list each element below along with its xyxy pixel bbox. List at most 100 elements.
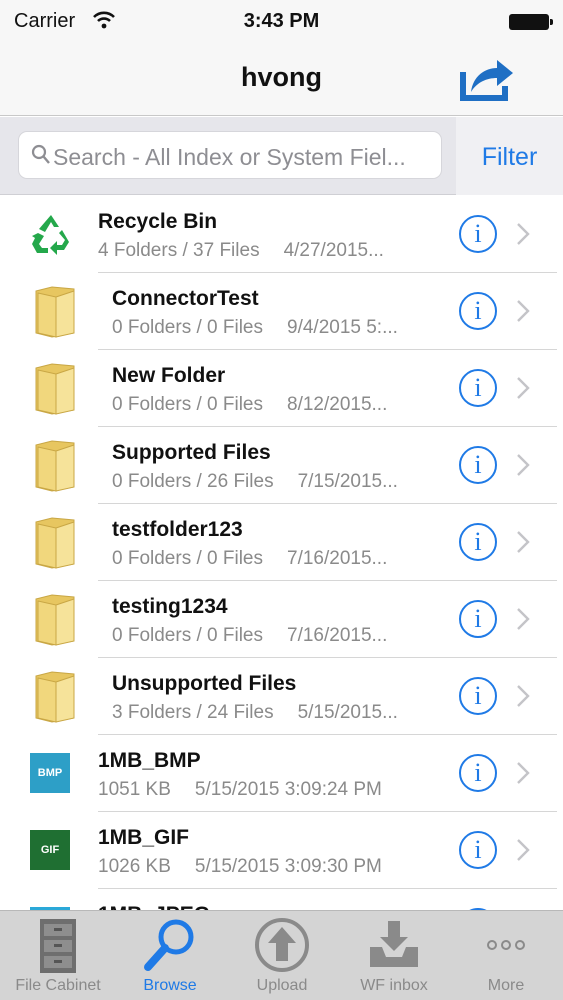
file-row[interactable]: BMP 1MB_BMP 1051 KB 5/15/2015 3:09:24 PM i — [0, 735, 563, 812]
file-type-badge: BMP — [30, 753, 70, 793]
item-details: 0 Folders / 0 Files 9/4/2015 5:... — [112, 317, 398, 339]
tab-label: WF inbox — [360, 977, 428, 994]
share-icon — [460, 60, 513, 101]
chevron-right-icon — [516, 299, 530, 328]
navigation-bar: hvong — [0, 42, 563, 116]
folder-row[interactable]: testing1234 0 Folders / 0 Files 7/16/2015.… — [0, 581, 563, 658]
inbox-icon — [364, 915, 424, 973]
item-title: Supported Files — [112, 441, 271, 464]
item-date: 7/16/2015... — [287, 625, 388, 646]
tab-label: File Cabinet — [15, 977, 101, 994]
item-title: Recycle Bin — [98, 210, 218, 233]
folder-icon — [34, 283, 78, 344]
folder-row[interactable]: testfolder123 0 Folders / 0 Files 7/16/201… — [0, 504, 563, 581]
status-bar: Carrier 3:43 PM — [0, 0, 563, 42]
recycle-bin-icon — [28, 212, 74, 261]
item-title: testfolder123 — [112, 518, 243, 541]
item-title: New Folder — [112, 364, 226, 387]
item-details: 0 Folders / 26 Files 7/15/2015... — [112, 471, 398, 493]
file-cabinet-icon — [28, 915, 88, 973]
info-button[interactable]: i — [459, 446, 497, 484]
folder-row[interactable]: ConnectorTest 0 Folders / 0 Files 9/4/2015… — [0, 273, 563, 350]
chevron-right-icon — [516, 761, 530, 790]
item-date: 5/15/2015 3:09:30 PM — [194, 856, 382, 877]
item-counts: 3 Folders / 24 Files — [112, 702, 274, 723]
filter-button[interactable]: Filter — [456, 117, 563, 195]
info-button[interactable]: i — [459, 523, 497, 561]
item-date: 7/15/2015... — [297, 471, 398, 492]
info-button[interactable]: i — [459, 754, 497, 792]
tab-file-cabinet[interactable]: File Cabinet — [2, 911, 114, 1000]
info-button[interactable]: i — [459, 292, 497, 330]
item-details: 1026 KB 5/15/2015 3:09:30 PM — [98, 856, 382, 878]
item-date: 8/12/2015... — [287, 394, 388, 415]
item-date: 5/15/2015 3:09:24 PM — [194, 779, 382, 800]
search-icon — [31, 144, 51, 171]
file-row[interactable]: 1MB_JPEGi — [0, 889, 563, 910]
item-title: testing1234 — [112, 595, 228, 618]
item-details: 1051 KB 5/15/2015 3:09:24 PM — [98, 779, 382, 801]
item-date: 9/4/2015 5:... — [287, 317, 398, 338]
folder-icon — [34, 668, 78, 729]
file-type-badge: GIF — [30, 830, 70, 870]
item-date: 7/16/2015... — [287, 548, 388, 569]
info-button[interactable]: i — [459, 600, 497, 638]
folder-icon — [34, 360, 78, 421]
chevron-right-icon — [516, 376, 530, 405]
chevron-right-icon — [516, 530, 530, 559]
folder-icon — [34, 591, 78, 652]
share-button[interactable] — [457, 52, 517, 104]
file-list: Recycle Bin 4 Folders / 37 Files 4/27/2015… — [0, 196, 563, 910]
info-button[interactable]: i — [459, 215, 497, 253]
item-counts: 0 Folders / 0 Files — [112, 317, 263, 338]
folder-icon — [34, 437, 78, 498]
item-details: 0 Folders / 0 Files 8/12/2015... — [112, 394, 387, 416]
chevron-right-icon — [516, 684, 530, 713]
tab-upload[interactable]: Upload — [226, 911, 338, 1000]
item-details: 0 Folders / 0 Files 7/16/2015... — [112, 548, 387, 570]
recycle-bin-row[interactable]: Recycle Bin 4 Folders / 37 Files 4/27/2015… — [0, 196, 563, 273]
gif-file-icon: GIF — [30, 830, 70, 870]
info-button[interactable]: i — [459, 831, 497, 869]
file-row[interactable]: GIF 1MB_GIF 1026 KB 5/15/2015 3:09:30 PM i — [0, 812, 563, 889]
tab-wf-inbox[interactable]: WF inbox — [338, 911, 450, 1000]
folder-row[interactable]: Supported Files 0 Folders / 26 Files 7/15/… — [0, 427, 563, 504]
chevron-right-icon — [516, 222, 530, 251]
item-counts: 0 Folders / 0 Files — [112, 625, 263, 646]
folder-row[interactable]: New Folder 0 Folders / 0 Files 8/12/2015..… — [0, 350, 563, 427]
chevron-right-icon — [516, 607, 530, 636]
item-title: ConnectorTest — [112, 287, 259, 310]
folder-row[interactable]: Unsupported Files 3 Folders / 24 Files 5/1… — [0, 658, 563, 735]
info-button[interactable]: i — [459, 369, 497, 407]
item-title: 1MB_GIF — [98, 826, 190, 849]
upload-icon — [252, 915, 312, 973]
item-date: 4/27/2015... — [283, 240, 384, 261]
clock: 3:43 PM — [243, 10, 320, 32]
item-details: 4 Folders / 37 Files 4/27/2015... — [98, 240, 384, 262]
item-title: 1MB_JPEG — [98, 903, 210, 910]
tab-label: Browse — [143, 977, 197, 994]
info-button[interactable]: i — [459, 677, 497, 715]
item-counts: 0 Folders / 0 Files — [112, 548, 263, 569]
tab-more[interactable]: More — [450, 911, 562, 1000]
item-counts: 1051 KB — [98, 779, 171, 800]
item-details: 0 Folders / 0 Files 7/16/2015... — [112, 625, 387, 647]
folder-icon — [34, 514, 78, 575]
chevron-right-icon — [516, 453, 530, 482]
tab-browse[interactable]: Browse — [114, 911, 226, 1000]
tab-label: More — [487, 977, 525, 994]
search-input[interactable]: Search - All Index or System Fiel... — [18, 131, 442, 179]
more-icon — [476, 915, 536, 973]
item-title: 1MB_BMP — [98, 749, 201, 772]
search-bar: Search - All Index or System Fiel... Fil… — [0, 117, 563, 195]
item-details: 3 Folders / 24 Files 5/15/2015... — [112, 702, 398, 724]
search-placeholder: Search - All Index or System Fiel... — [53, 144, 406, 170]
filter-label: Filter — [481, 143, 538, 171]
tab-label: Upload — [256, 977, 308, 994]
battery-icon — [509, 14, 553, 30]
item-title: Unsupported Files — [112, 672, 297, 695]
magnifier-icon — [140, 915, 200, 973]
chevron-right-icon — [516, 838, 530, 867]
tab-bar: File Cabinet Browse Upload WF inbox More — [0, 910, 563, 1000]
item-counts: 0 Folders / 0 Files — [112, 394, 263, 415]
